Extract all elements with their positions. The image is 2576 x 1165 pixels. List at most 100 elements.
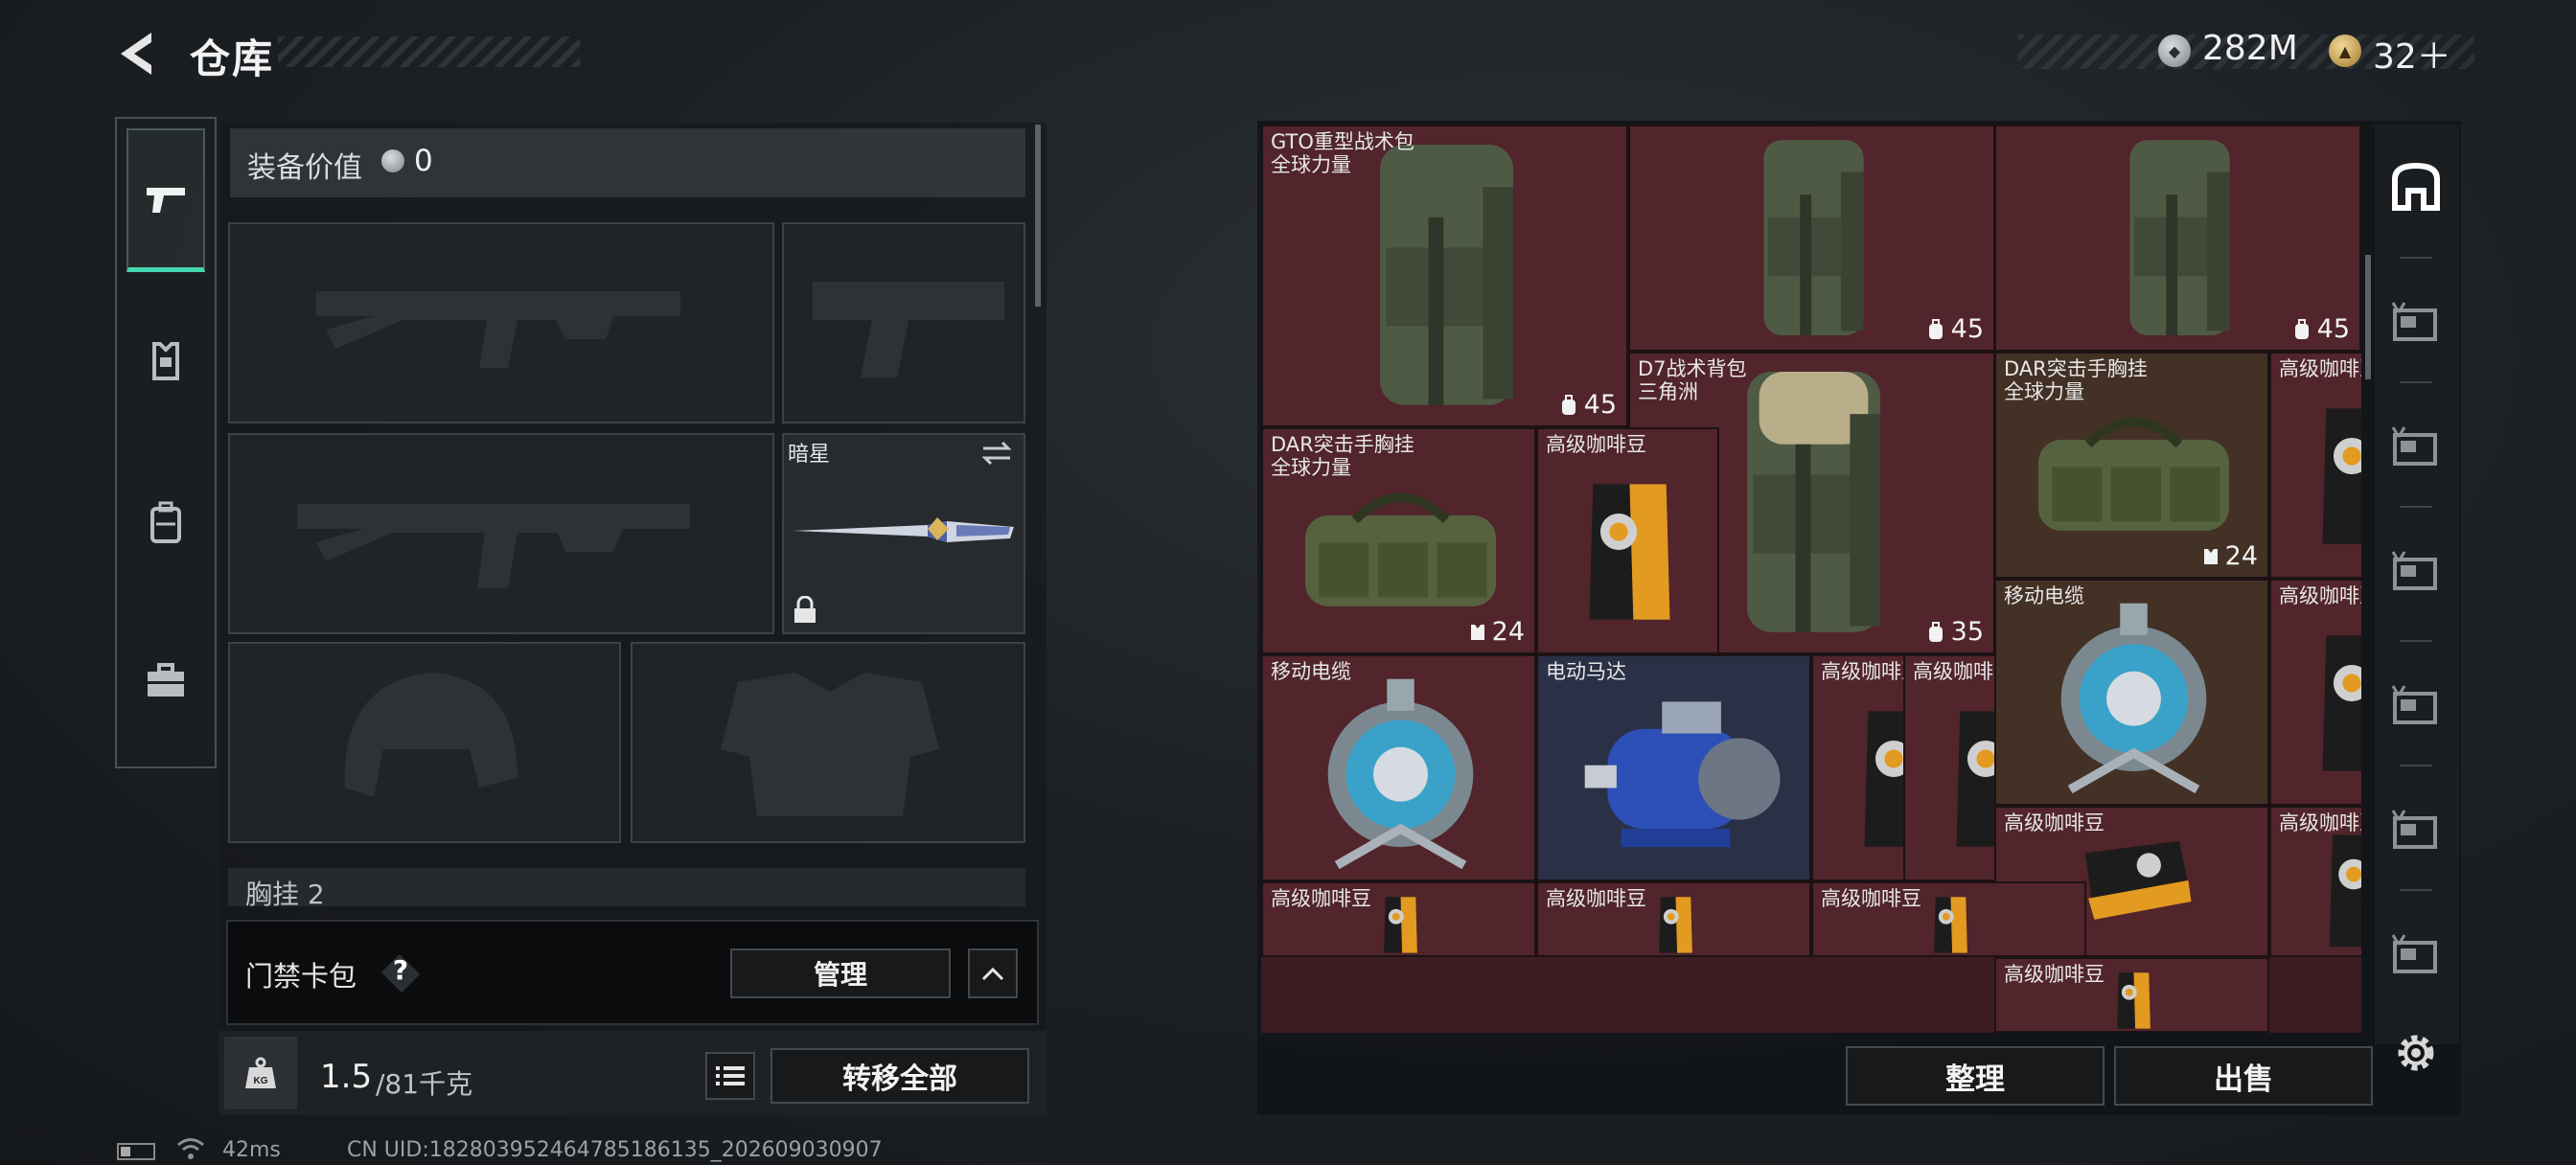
tab-separator xyxy=(2400,640,2432,642)
manage-button[interactable]: 管理 xyxy=(730,948,951,998)
equipment-value: 0 xyxy=(414,144,433,178)
gem-value[interactable]: 32＋ xyxy=(2373,29,2451,79)
primary-weapon-slot[interactable] xyxy=(228,222,774,423)
transfer-all-button[interactable]: 转移全部 xyxy=(770,1048,1029,1104)
item-name: DAR突击手胸挂 xyxy=(2004,357,2148,380)
stash-item-dar-rig-1[interactable]: DAR突击手胸挂 全球力量 24 xyxy=(1261,427,1536,654)
stash-item-coffee-b4[interactable]: 高级咖啡豆 xyxy=(1994,957,2269,1033)
item-name: 电动马达 xyxy=(1546,660,1626,683)
item-name: 高级咖啡豆 xyxy=(2279,584,2361,607)
stash-item-coffee-2[interactable]: 高级咖啡豆 xyxy=(2269,352,2361,579)
item-name: DAR突击手胸挂 xyxy=(1271,433,1414,456)
rifle-silhouette-icon xyxy=(316,291,680,368)
tab-separator xyxy=(2400,889,2432,891)
chevron-up-icon xyxy=(981,967,1004,981)
weight-max: /81千克 xyxy=(376,1068,473,1100)
tab-armor[interactable] xyxy=(126,289,205,433)
stash-item-coffee-b3[interactable]: 高级咖啡豆 xyxy=(1811,881,2086,957)
tab-weapons[interactable] xyxy=(126,128,205,272)
stash-item-motor[interactable]: 电动马达 xyxy=(1536,654,1811,881)
stash-item-coffee-1[interactable]: 高级咖啡豆 xyxy=(1536,427,1719,654)
backpack-icon xyxy=(2294,318,2309,339)
item-faction: 全球力量 xyxy=(1271,153,1351,176)
stash-item-coffee-3[interactable]: 高级咖啡豆 xyxy=(2269,579,2361,806)
item-name: 高级咖啡豆 xyxy=(2279,357,2361,380)
item-faction: 三角洲 xyxy=(1638,380,1698,403)
item-capacity: 45 xyxy=(1926,314,1984,344)
coffee-bag-icon xyxy=(2322,635,2361,771)
stash-tab-v-2[interactable] xyxy=(2380,393,2451,498)
stash-home-icon xyxy=(2392,162,2440,211)
list-view-button[interactable] xyxy=(705,1052,755,1100)
stash-item-coffee-b2[interactable]: 高级咖啡豆 xyxy=(1536,881,1811,957)
stash-tab-iv-1[interactable] xyxy=(2380,651,2451,757)
item-capacity: 45 xyxy=(1559,390,1617,420)
pistol-slot[interactable] xyxy=(782,222,1025,423)
equipment-scrollbar[interactable] xyxy=(1035,125,1041,307)
svg-text:KG: KG xyxy=(254,1076,268,1086)
coin-icon: ◆ xyxy=(2158,34,2191,67)
item-name: 高级咖啡豆 xyxy=(1271,887,1371,910)
stash-section-icon xyxy=(2391,302,2437,341)
coffee-bag-icon xyxy=(1589,484,1670,620)
item-faction: 全球力量 xyxy=(1271,456,1351,479)
tab-backpack[interactable] xyxy=(126,450,205,594)
electric-motor-icon xyxy=(1584,701,1781,848)
expand-button[interactable] xyxy=(968,948,1018,998)
stash-section-icon xyxy=(2391,934,2437,973)
stash-item-cable-2[interactable]: 移动电缆 xyxy=(1994,579,2269,806)
battery-level xyxy=(121,1147,130,1156)
helmet-silhouette-icon xyxy=(344,673,518,797)
pistol-silhouette-icon xyxy=(813,282,1004,377)
stash-tab-home-stash[interactable] xyxy=(2380,134,2451,240)
item-name: 高级咖啡豆 xyxy=(2004,811,2104,834)
stash-item-dar-rig-2[interactable]: DAR突击手胸挂 全球力量 24 xyxy=(1994,352,2269,579)
settings-button[interactable] xyxy=(2392,1029,2440,1077)
stash-item-coffee-4[interactable]: 高级咖啡豆 xyxy=(2269,806,2361,957)
stash-item-pack-2[interactable]: 45 xyxy=(1628,125,1995,352)
stash-item-gto-pack[interactable]: GTO重型战术包 全球力量 45 xyxy=(1261,125,1628,427)
stash-scrollbar[interactable] xyxy=(2365,255,2371,379)
sort-button[interactable]: 整理 xyxy=(1846,1046,2104,1106)
item-name: 高级咖啡豆 xyxy=(1546,433,1646,456)
item-name: 高级咖啡豆 xyxy=(2004,963,2104,986)
tab-case[interactable] xyxy=(126,609,205,753)
helmet-slot[interactable] xyxy=(228,642,621,843)
body-armor-slot[interactable] xyxy=(631,642,1025,843)
keycard-label: 门禁卡包 xyxy=(245,960,357,993)
stash-item-coffee-b1[interactable]: 高级咖啡豆 xyxy=(1261,881,1536,957)
item-name: GTO重型战术包 xyxy=(1271,130,1414,153)
coin-value: 282M xyxy=(2202,29,2298,68)
tab-separator xyxy=(2400,257,2432,259)
stash-grid: GTO重型战术包 全球力量 45 45 45 D7战术背包 三角洲 35 DAR突击手胸… xyxy=(1261,125,2361,1033)
stash-item-pack-3[interactable]: 45 xyxy=(1994,125,2361,352)
stash-tab-iv-2[interactable] xyxy=(2380,776,2451,881)
tab-separator xyxy=(2400,765,2432,766)
secondary-weapon-slot[interactable] xyxy=(228,433,774,634)
rifle-silhouette-icon xyxy=(297,504,690,588)
back-button[interactable] xyxy=(113,27,167,80)
stash-tab-v-1[interactable] xyxy=(2380,268,2451,374)
item-name: 高级咖啡豆 xyxy=(1546,887,1646,910)
page-title: 仓库 xyxy=(190,35,275,82)
backpack-icon xyxy=(1928,621,1943,642)
chest-rig-row[interactable] xyxy=(228,868,1025,906)
coin-icon xyxy=(381,149,404,172)
gem-icon: ▲ xyxy=(2329,34,2361,67)
backpack-icon xyxy=(150,501,181,543)
help-icon[interactable]: ? xyxy=(389,954,412,986)
armor-icon xyxy=(152,342,179,380)
list-icon xyxy=(716,1066,745,1085)
swap-icon[interactable] xyxy=(979,439,1014,468)
lock-icon xyxy=(792,595,818,625)
item-capacity: 24 xyxy=(1469,617,1525,647)
melee-name: 暗星 xyxy=(788,443,831,467)
equipment-value-label: 装备价值 xyxy=(247,151,362,185)
item-capacity: 35 xyxy=(1926,617,1984,647)
stash-item-cable-1[interactable]: 移动电缆 xyxy=(1261,654,1536,881)
stash-tab-iv-3[interactable] xyxy=(2380,901,2451,1006)
tab-separator xyxy=(2400,506,2432,508)
sell-button[interactable]: 出售 xyxy=(2114,1046,2373,1106)
uid-text: CN UID:18280395246478518613​5_2026090309… xyxy=(347,1138,883,1162)
stash-tab-v-3[interactable] xyxy=(2380,517,2451,623)
